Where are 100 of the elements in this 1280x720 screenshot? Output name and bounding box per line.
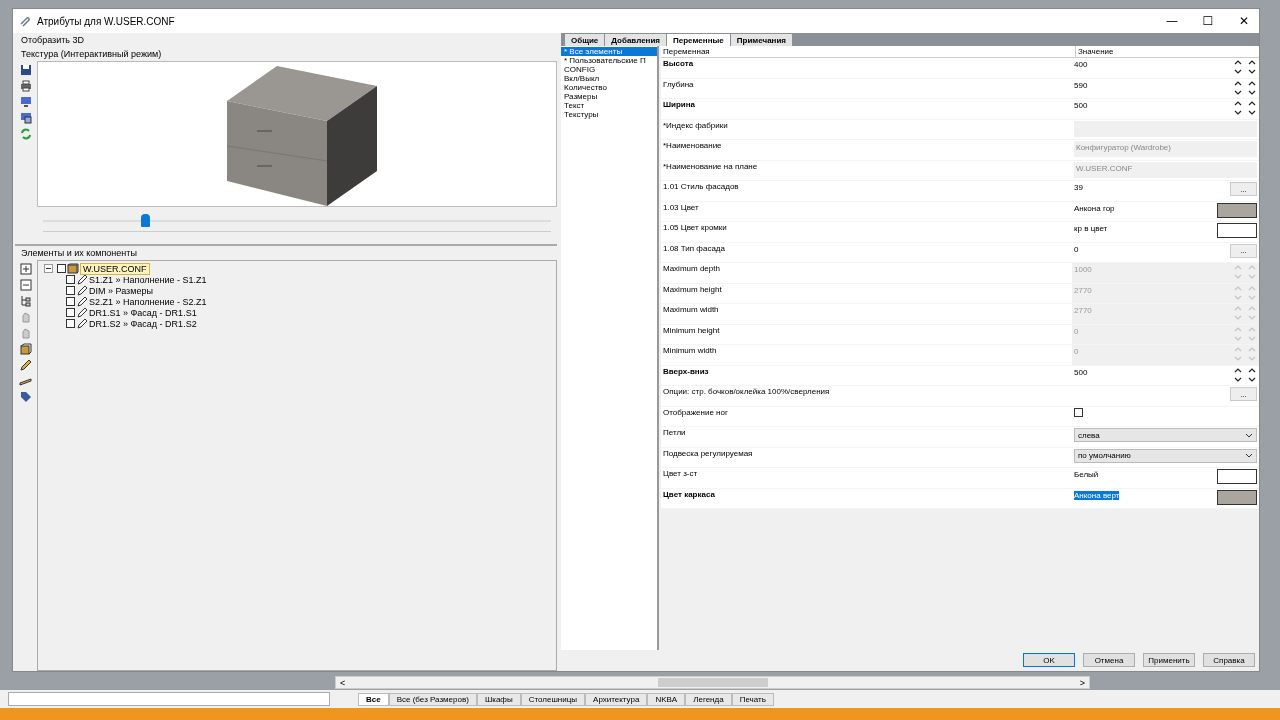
value-text: 500 (1074, 366, 1089, 377)
value-text: 2770 (1074, 284, 1093, 295)
collapse-icon[interactable] (44, 264, 53, 273)
sheet-tab[interactable]: Все (358, 692, 389, 706)
cabinet-icon (67, 263, 79, 274)
color-swatch[interactable] (1217, 489, 1257, 505)
color-swatch[interactable] (1217, 469, 1257, 484)
tree-icon[interactable] (19, 294, 33, 308)
variable-name: Глубина (662, 78, 695, 91)
tab[interactable]: Добавления (605, 34, 666, 46)
tree-checkbox[interactable] (57, 264, 66, 273)
sheet-tab[interactable]: Столешницы (520, 692, 586, 706)
tab[interactable]: Примечания (730, 34, 792, 46)
value-text: 0 (1074, 325, 1080, 336)
pencil-icon[interactable] (19, 358, 33, 372)
tag-icon[interactable] (19, 390, 33, 404)
cabinet-icon[interactable] (19, 342, 33, 356)
slider-thumb[interactable] (140, 214, 150, 227)
variable-name: Maximum depth (662, 263, 721, 275)
value-text: Белый (1074, 470, 1099, 479)
value-text: Анкона верт (1074, 490, 1120, 500)
minimize-button[interactable]: — (1157, 10, 1187, 32)
category-item[interactable]: Вкл/Выкл (561, 74, 657, 83)
browse-button[interactable]: ... (1230, 182, 1257, 196)
value-text: 400 (1074, 59, 1089, 69)
tab[interactable]: Переменные (667, 34, 730, 46)
category-item[interactable]: * Пользовательские П (561, 56, 657, 65)
variable-name: Вверх-вниз (662, 365, 710, 378)
print-icon[interactable] (19, 79, 33, 93)
spin-arrows-icon[interactable] (1233, 100, 1257, 116)
category-item[interactable]: * Все элементы (561, 47, 657, 56)
sheet-tab[interactable]: Все (без Размеров) (388, 692, 477, 706)
tree-item[interactable]: DR1.S1 » Фасад - DR1.S1 (89, 307, 197, 318)
tree-checkbox[interactable] (66, 297, 75, 306)
dialog-button[interactable]: Справка (1203, 653, 1255, 667)
variable-name: Петли (662, 427, 687, 439)
tree-item[interactable]: W.USER.CONF (80, 262, 150, 275)
tree-item[interactable]: DIM » Размеры (89, 285, 153, 296)
refresh-icon[interactable] (19, 127, 33, 141)
chevron-down-icon (1245, 432, 1253, 438)
variable-name: Ширина (662, 99, 697, 111)
checkbox[interactable] (1074, 407, 1083, 417)
category-item[interactable]: CONFIG (561, 65, 657, 74)
tree-item[interactable]: S1.Z1 » Наполнение - S1.Z1 (89, 274, 207, 285)
color-swatch[interactable] (1217, 223, 1257, 238)
sheet-tab[interactable]: Архитектура (585, 692, 648, 706)
tree-checkbox[interactable] (66, 275, 75, 284)
category-item[interactable]: Текстуры (561, 110, 657, 119)
pencil-icon (76, 296, 88, 307)
variable-name: *Наименование (662, 140, 723, 152)
sheet-tab[interactable]: Шкафы (476, 692, 521, 706)
browse-button[interactable]: ... (1230, 243, 1257, 258)
value-text: кр в цвет (1074, 224, 1108, 233)
tree-item[interactable]: S2.Z1 » Наполнение - S2.Z1 (89, 296, 207, 307)
spin-arrows-icon[interactable] (1233, 79, 1257, 96)
variable-name: *Индекс фабрики (662, 119, 729, 132)
value-text: Анкона гор (1074, 203, 1115, 213)
monitor-icon[interactable] (19, 111, 33, 125)
section-label: Текстура (Интерактивный режим) (20, 48, 163, 61)
tree-item[interactable]: DR1.S2 » Фасад - DR1.S2 (89, 318, 197, 329)
save-icon[interactable] (19, 63, 33, 77)
close-button[interactable]: ✕ (1229, 10, 1259, 32)
spin-arrows-icon[interactable] (1233, 366, 1257, 383)
category-item[interactable]: Текст (561, 101, 657, 110)
menu-label[interactable]: Отобразить 3D (15, 33, 557, 47)
maximize-button[interactable]: ☐ (1193, 10, 1223, 32)
variable-name: *Наименование на плане (662, 160, 759, 173)
dialog-button[interactable]: OK (1023, 653, 1075, 667)
browse-button[interactable]: ... (1230, 387, 1257, 401)
category-item[interactable]: Размеры (561, 92, 657, 101)
variable-name: 1.01 Стиль фасадов (662, 181, 740, 193)
dialog-button[interactable]: Применить (1143, 653, 1195, 667)
monitor-icon[interactable] (19, 95, 33, 109)
column-header[interactable]: Переменная (661, 46, 1076, 57)
column-header[interactable]: Значение (1076, 46, 1259, 57)
pencil-icon (76, 307, 88, 318)
value-text: 39 (1074, 182, 1084, 192)
pencil-icon (76, 285, 88, 296)
tree-checkbox[interactable] (66, 286, 75, 295)
dropdown[interactable]: слева (1074, 428, 1257, 442)
dropdown[interactable]: по умолчанию (1074, 448, 1257, 463)
tree-checkbox[interactable] (66, 319, 75, 328)
sheet-tab[interactable]: NKBA (647, 692, 686, 706)
command-field[interactable] (8, 692, 330, 706)
tab[interactable]: Общие (565, 34, 605, 46)
color-swatch[interactable] (1217, 202, 1257, 218)
spin-arrows-icon[interactable] (1233, 59, 1257, 75)
variable-name: Maximum width (662, 304, 720, 316)
value-text: 0 (1074, 243, 1080, 254)
horizontal-scrollbar[interactable]: < > (335, 676, 1090, 689)
sheet-tab[interactable]: Печать (731, 692, 774, 706)
dialog-button[interactable]: Отмена (1083, 653, 1135, 667)
pencil-icon (76, 318, 88, 329)
sheet-tab[interactable]: Легенда (685, 692, 732, 706)
expand-icon[interactable] (19, 262, 33, 276)
variable-name: 1.08 Тип фасада (662, 242, 726, 255)
tree-checkbox[interactable] (66, 308, 75, 317)
chevron-down-icon (1245, 453, 1253, 458)
category-item[interactable]: Количество (561, 83, 657, 92)
variable-name: Цвет каркаса (662, 488, 716, 501)
